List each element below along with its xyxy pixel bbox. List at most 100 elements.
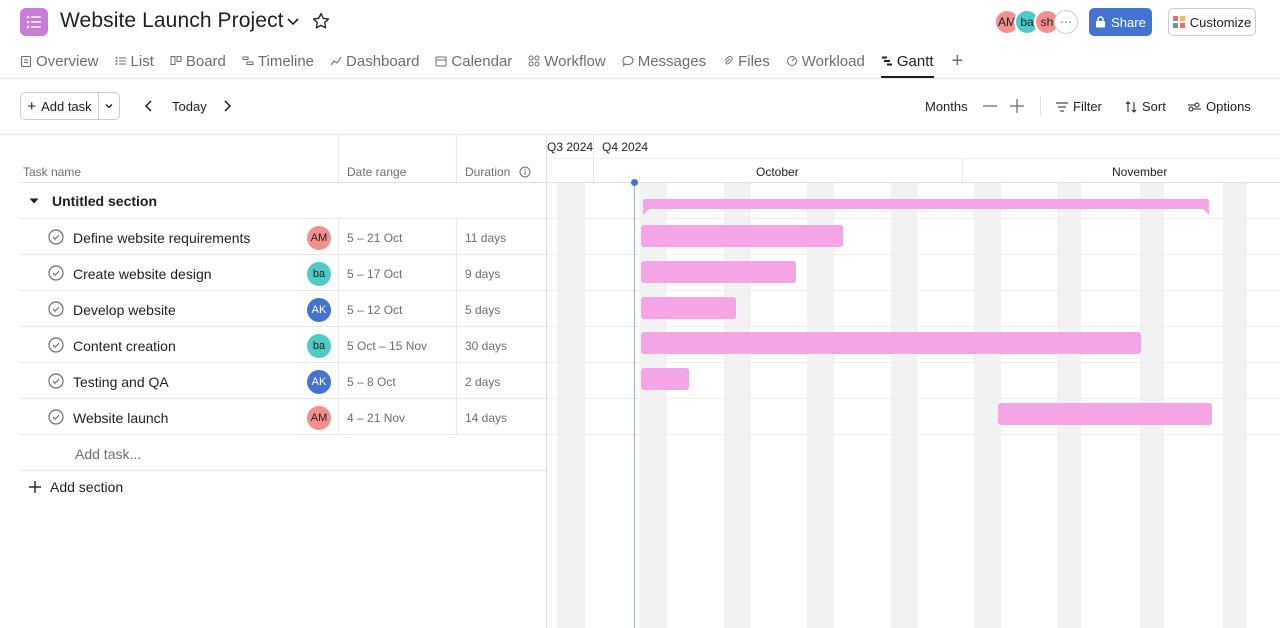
options-button[interactable]: Options bbox=[1188, 99, 1251, 114]
add-task-row[interactable]: Add task... bbox=[20, 435, 546, 471]
table-row[interactable]: Define website requirements AM 5 – 21 Oc… bbox=[20, 219, 546, 255]
weekend-shade bbox=[557, 183, 585, 628]
check-circle-icon[interactable] bbox=[48, 373, 64, 389]
project-list-icon[interactable] bbox=[20, 8, 48, 36]
gantt-bar-define-website-requirements[interactable] bbox=[641, 225, 843, 247]
member-avatars[interactable]: AM ba sh ⋯ bbox=[994, 9, 1078, 35]
caret-down-icon[interactable] bbox=[28, 195, 40, 207]
section-name[interactable]: Untitled section bbox=[52, 193, 157, 209]
star-icon[interactable] bbox=[311, 11, 331, 31]
cell-divider bbox=[338, 255, 339, 290]
task-name[interactable]: Content creation bbox=[73, 338, 176, 354]
check-circle-icon[interactable] bbox=[48, 265, 64, 281]
tab-workload[interactable]: Workload bbox=[786, 44, 865, 78]
add-section-button[interactable]: Add section bbox=[28, 479, 123, 495]
section-row[interactable]: Untitled section bbox=[20, 183, 546, 219]
table-row[interactable]: Website launch AM 4 – 21 Nov 14 days bbox=[20, 399, 546, 435]
table-row[interactable]: Content creation ba 5 Oct – 15 Nov 30 da… bbox=[20, 327, 546, 363]
tab-messages[interactable]: Messages bbox=[622, 44, 706, 78]
tab-calendar[interactable]: Calendar bbox=[435, 44, 512, 78]
add-task-inline[interactable]: Add task... bbox=[75, 446, 141, 462]
tab-workflow[interactable]: Workflow bbox=[528, 44, 606, 78]
project-header: Website Launch Project AM ba sh ⋯ Share … bbox=[0, 0, 1280, 44]
avatar[interactable]: AK bbox=[307, 298, 331, 322]
more-members-icon[interactable]: ⋯ bbox=[1054, 10, 1078, 34]
avatar[interactable]: ba bbox=[307, 262, 331, 286]
gantt-bar-create-website-design[interactable] bbox=[641, 261, 796, 283]
column-header-task-name[interactable]: Task name bbox=[23, 165, 81, 179]
table-row[interactable]: Testing and QA AK 5 – 8 Oct 2 days bbox=[20, 363, 546, 399]
task-duration[interactable]: 2 days bbox=[465, 375, 500, 389]
task-name[interactable]: Create website design bbox=[73, 266, 212, 282]
sort-icon bbox=[1125, 100, 1137, 113]
tab-board[interactable]: Board bbox=[170, 44, 226, 78]
timeline-icon bbox=[242, 56, 254, 65]
info-icon[interactable] bbox=[519, 166, 531, 178]
share-button[interactable]: Share bbox=[1089, 8, 1152, 36]
column-header-duration[interactable]: Duration bbox=[465, 165, 531, 179]
task-name[interactable]: Testing and QA bbox=[73, 374, 169, 390]
chevron-down-icon[interactable] bbox=[284, 12, 302, 30]
table-row[interactable]: Develop website AK 5 – 12 Oct 5 days bbox=[20, 291, 546, 327]
task-name[interactable]: Define website requirements bbox=[73, 230, 250, 246]
tab-list[interactable]: List bbox=[115, 44, 154, 78]
task-date-range[interactable]: 4 – 21 Nov bbox=[347, 411, 405, 425]
column-header-date-range[interactable]: Date range bbox=[347, 165, 406, 179]
options-icon bbox=[1188, 102, 1201, 111]
gantt-bar-testing-and-qa[interactable] bbox=[641, 368, 689, 390]
gantt-row-line bbox=[547, 434, 1280, 435]
gantt-bar-website-launch[interactable] bbox=[998, 403, 1212, 425]
cell-divider bbox=[338, 327, 339, 362]
board-icon bbox=[170, 56, 182, 65]
task-date-range[interactable]: 5 – 21 Oct bbox=[347, 231, 402, 245]
quarter-divider bbox=[593, 135, 594, 183]
task-duration[interactable]: 5 days bbox=[465, 303, 500, 317]
check-circle-icon[interactable] bbox=[48, 229, 64, 245]
workflow-icon bbox=[528, 55, 540, 67]
add-tab-icon[interactable]: + bbox=[952, 50, 964, 73]
task-date-range[interactable]: 5 – 12 Oct bbox=[347, 303, 402, 317]
task-date-range[interactable]: 5 – 17 Oct bbox=[347, 267, 402, 281]
check-circle-icon[interactable] bbox=[48, 301, 64, 317]
avatar[interactable]: ba bbox=[307, 334, 331, 358]
add-task-button[interactable]: + Add task bbox=[21, 93, 99, 119]
tab-files[interactable]: Files bbox=[722, 44, 770, 78]
weekend-shade bbox=[1223, 183, 1247, 628]
zoom-out-icon[interactable] bbox=[981, 97, 999, 115]
avatar[interactable]: AK bbox=[307, 370, 331, 394]
tab-timeline[interactable]: Timeline bbox=[242, 44, 314, 78]
gantt-bar-develop-website[interactable] bbox=[641, 297, 736, 319]
task-date-range[interactable]: 5 – 8 Oct bbox=[347, 375, 396, 389]
tab-label: Workload bbox=[801, 52, 865, 70]
task-duration[interactable]: 9 days bbox=[465, 267, 500, 281]
add-task-dropdown[interactable] bbox=[99, 93, 119, 119]
avatar[interactable]: AM bbox=[307, 226, 331, 250]
message-icon bbox=[622, 55, 634, 67]
filter-button[interactable]: Filter bbox=[1056, 99, 1102, 114]
avatar[interactable]: AM bbox=[307, 406, 331, 430]
task-name[interactable]: Website launch bbox=[73, 410, 168, 426]
tab-dashboard[interactable]: Dashboard bbox=[330, 44, 419, 78]
tab-gantt[interactable]: Gantt bbox=[880, 44, 934, 78]
zoom-level-select[interactable]: Months bbox=[925, 99, 968, 114]
tab-overview[interactable]: Overview bbox=[20, 44, 99, 78]
chevron-right-icon[interactable] bbox=[218, 96, 236, 116]
gantt-bar-content-creation[interactable] bbox=[641, 332, 1141, 354]
section-summary-bar[interactable] bbox=[643, 199, 1209, 215]
zoom-in-icon[interactable] bbox=[1008, 97, 1026, 115]
task-duration[interactable]: 11 days bbox=[465, 231, 506, 245]
timeline-header-rule bbox=[547, 158, 1280, 159]
project-title[interactable]: Website Launch Project bbox=[60, 9, 284, 33]
task-duration[interactable]: 14 days bbox=[465, 411, 507, 425]
table-row[interactable]: Create website design ba 5 – 17 Oct 9 da… bbox=[20, 255, 546, 291]
task-duration[interactable]: 30 days bbox=[465, 339, 507, 353]
today-button[interactable]: Today bbox=[172, 99, 207, 114]
task-name[interactable]: Develop website bbox=[73, 302, 176, 318]
task-date-range[interactable]: 5 Oct – 15 Nov bbox=[347, 339, 427, 353]
sort-button[interactable]: Sort bbox=[1125, 99, 1166, 114]
tab-label: Files bbox=[738, 52, 770, 70]
customize-button[interactable]: Customize bbox=[1168, 8, 1256, 36]
check-circle-icon[interactable] bbox=[48, 409, 64, 425]
check-circle-icon[interactable] bbox=[48, 337, 64, 353]
chevron-left-icon[interactable] bbox=[140, 96, 158, 116]
